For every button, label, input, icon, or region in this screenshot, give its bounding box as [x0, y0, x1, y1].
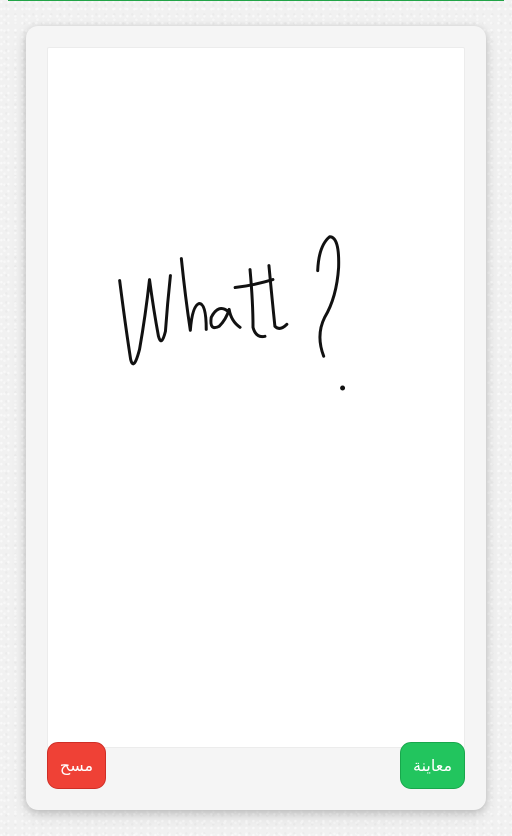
- stroke-t-stem: [248, 268, 267, 339]
- handwritten-drawing: [118, 235, 346, 391]
- stroke-t-bar: [233, 278, 275, 290]
- stroke-a: [209, 307, 242, 330]
- preview-button[interactable]: معاينة: [400, 742, 465, 789]
- top-accent-line: [8, 0, 504, 1]
- stroke-t2: [267, 264, 289, 330]
- stroke-question: [316, 235, 341, 358]
- stroke-h: [179, 257, 208, 332]
- clear-button[interactable]: مسح: [47, 742, 106, 789]
- stroke-w: [118, 274, 172, 366]
- drawing-canvas[interactable]: [47, 47, 465, 748]
- stroke-question-dot: [340, 385, 346, 391]
- drawing-card: مسح معاينة: [26, 26, 486, 810]
